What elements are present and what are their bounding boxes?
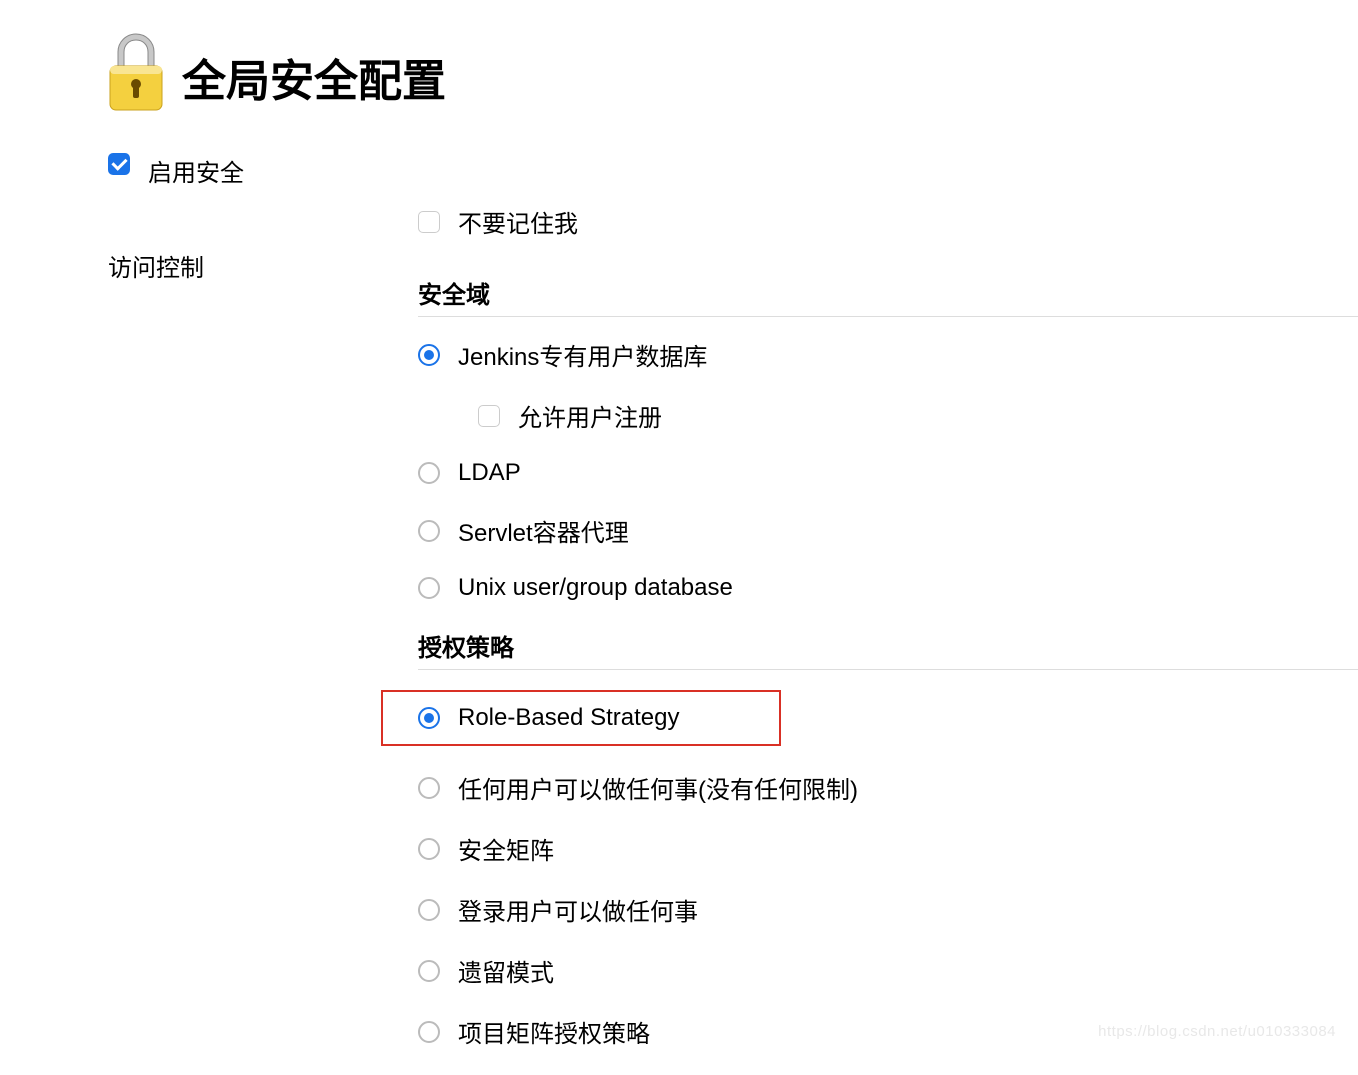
auth-label: 项目矩阵授权策略 — [458, 1014, 650, 1049]
auth-radio-legacy[interactable] — [418, 960, 440, 982]
realm-label: Unix user/group database — [458, 574, 733, 602]
lock-icon — [100, 30, 182, 123]
realm-option-ldap: LDAP — [418, 459, 1358, 487]
realm-option-unix: Unix user/group database — [418, 574, 1358, 602]
enable-security-row: 启用安全 — [108, 153, 1358, 188]
access-control-label: 访问控制 — [108, 255, 204, 282]
auth-radio-role-based[interactable] — [418, 707, 440, 729]
highlight-box: Role-Based Strategy — [381, 690, 781, 746]
enable-security-label: 启用安全 — [148, 153, 244, 188]
security-realm-divider — [418, 316, 1358, 317]
auth-label: 登录用户可以做任何事 — [458, 892, 698, 927]
watermark: https://blog.csdn.net/u010333084 — [1098, 1023, 1336, 1040]
realm-label: LDAP — [458, 459, 521, 487]
authorization-heading: 授权策略 — [418, 628, 1358, 663]
remember-me-checkbox[interactable] — [418, 211, 440, 233]
realm-radio-servlet[interactable] — [418, 520, 440, 542]
auth-option-logged-in: 登录用户可以做任何事 — [418, 892, 1358, 927]
realm-radio-jenkins-db[interactable] — [418, 344, 440, 366]
remember-me-label: 不要记住我 — [458, 204, 578, 239]
remember-me-row: 不要记住我 — [418, 204, 1358, 239]
auth-option-role-based: Role-Based Strategy — [418, 704, 779, 732]
allow-signup-row: 允许用户注册 — [478, 398, 1358, 433]
realm-label: Servlet容器代理 — [458, 513, 629, 548]
auth-radio-project-matrix[interactable] — [418, 1021, 440, 1043]
page-header: 全局安全配置 — [0, 0, 1358, 123]
page-title: 全局安全配置 — [182, 45, 446, 109]
auth-label: 遗留模式 — [458, 953, 554, 988]
realm-radio-ldap[interactable] — [418, 462, 440, 484]
realm-label: Jenkins专有用户数据库 — [458, 337, 707, 372]
allow-signup-checkbox[interactable] — [478, 405, 500, 427]
auth-label: Role-Based Strategy — [458, 704, 679, 732]
authorization-divider — [418, 669, 1358, 670]
allow-signup-label: 允许用户注册 — [518, 398, 662, 433]
auth-option-legacy: 遗留模式 — [418, 953, 1358, 988]
auth-radio-logged-in[interactable] — [418, 899, 440, 921]
auth-radio-anyone-anything[interactable] — [418, 777, 440, 799]
security-realm-heading: 安全域 — [418, 275, 1358, 310]
realm-radio-unix[interactable] — [418, 577, 440, 599]
auth-radio-matrix[interactable] — [418, 838, 440, 860]
enable-security-checkbox[interactable] — [108, 153, 130, 175]
realm-option-jenkins-db: Jenkins专有用户数据库 — [418, 337, 1358, 372]
auth-label: 任何用户可以做任何事(没有任何限制) — [458, 770, 858, 805]
auth-label: 安全矩阵 — [458, 831, 554, 866]
realm-option-servlet: Servlet容器代理 — [418, 513, 1358, 548]
auth-option-matrix: 安全矩阵 — [418, 831, 1358, 866]
auth-option-anyone-anything: 任何用户可以做任何事(没有任何限制) — [418, 770, 1358, 805]
